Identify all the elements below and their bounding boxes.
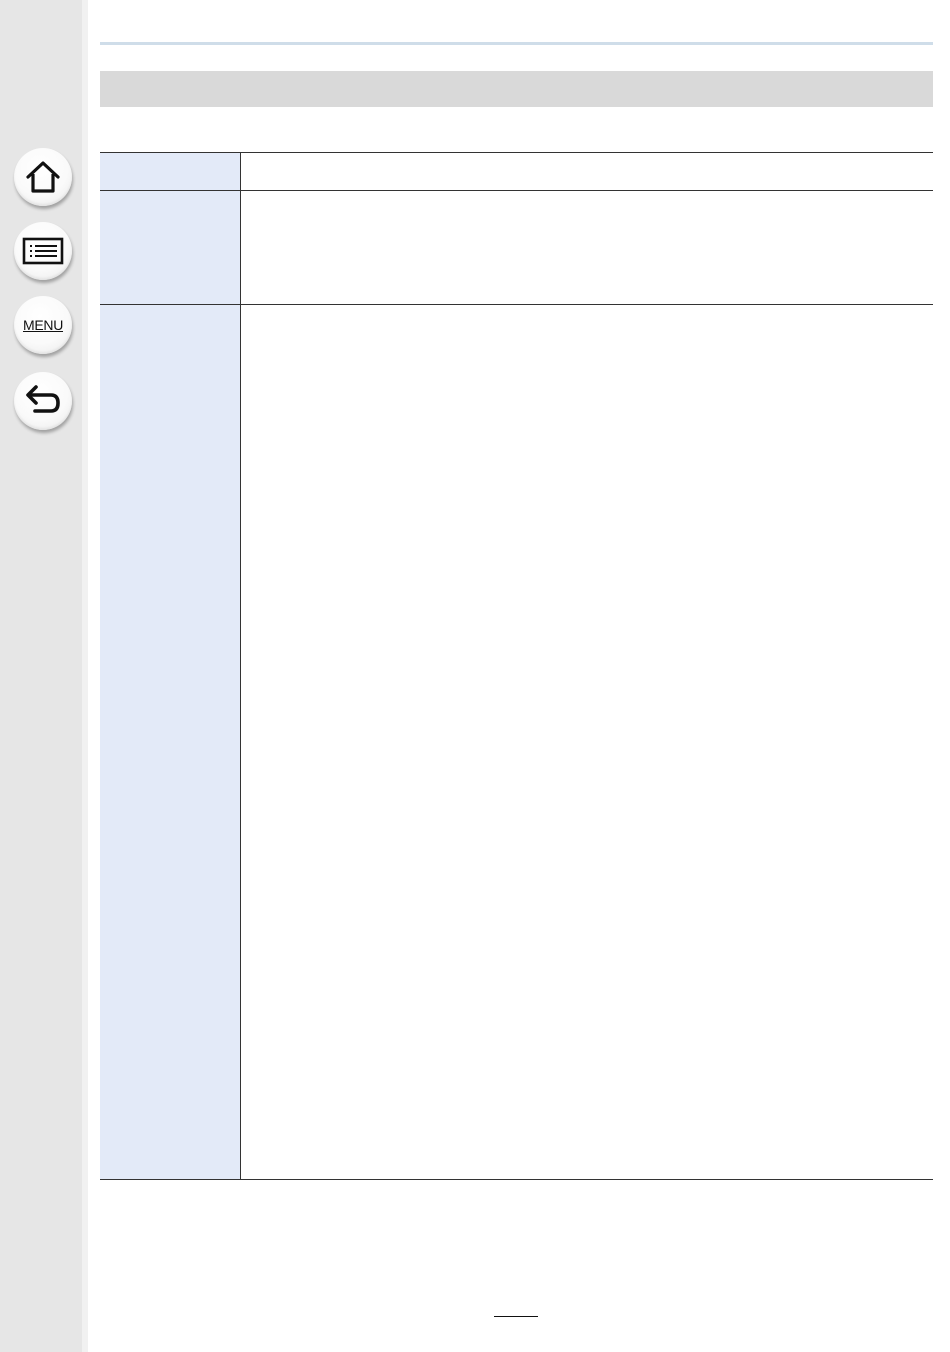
navigation-rail: MENU: [0, 0, 82, 1352]
back-button[interactable]: [14, 372, 72, 430]
table-row: [100, 305, 933, 1179]
back-arrow-icon: [26, 385, 60, 413]
row-value-cell: [241, 305, 933, 1179]
page-number: [494, 1300, 538, 1317]
row-label-cell: [100, 191, 241, 304]
menu-button-label: MENU: [22, 317, 64, 333]
menu-button[interactable]: MENU: [14, 296, 72, 354]
table-row: [100, 191, 933, 305]
row-label-cell: [100, 305, 241, 1179]
home-icon: [26, 161, 60, 193]
row-value-cell: [241, 153, 933, 190]
section-title-bar: [100, 71, 933, 107]
table-of-contents-icon: [22, 237, 64, 265]
row-value-cell: [241, 191, 933, 304]
manual-page: MENU: [0, 0, 950, 1352]
header-rule: [100, 42, 933, 45]
table-row: [100, 153, 933, 191]
settings-table: [100, 152, 933, 1180]
row-label-cell: [100, 153, 241, 190]
rail-edge: [82, 0, 88, 1352]
contents-button[interactable]: [14, 222, 72, 280]
home-button[interactable]: [14, 148, 72, 206]
